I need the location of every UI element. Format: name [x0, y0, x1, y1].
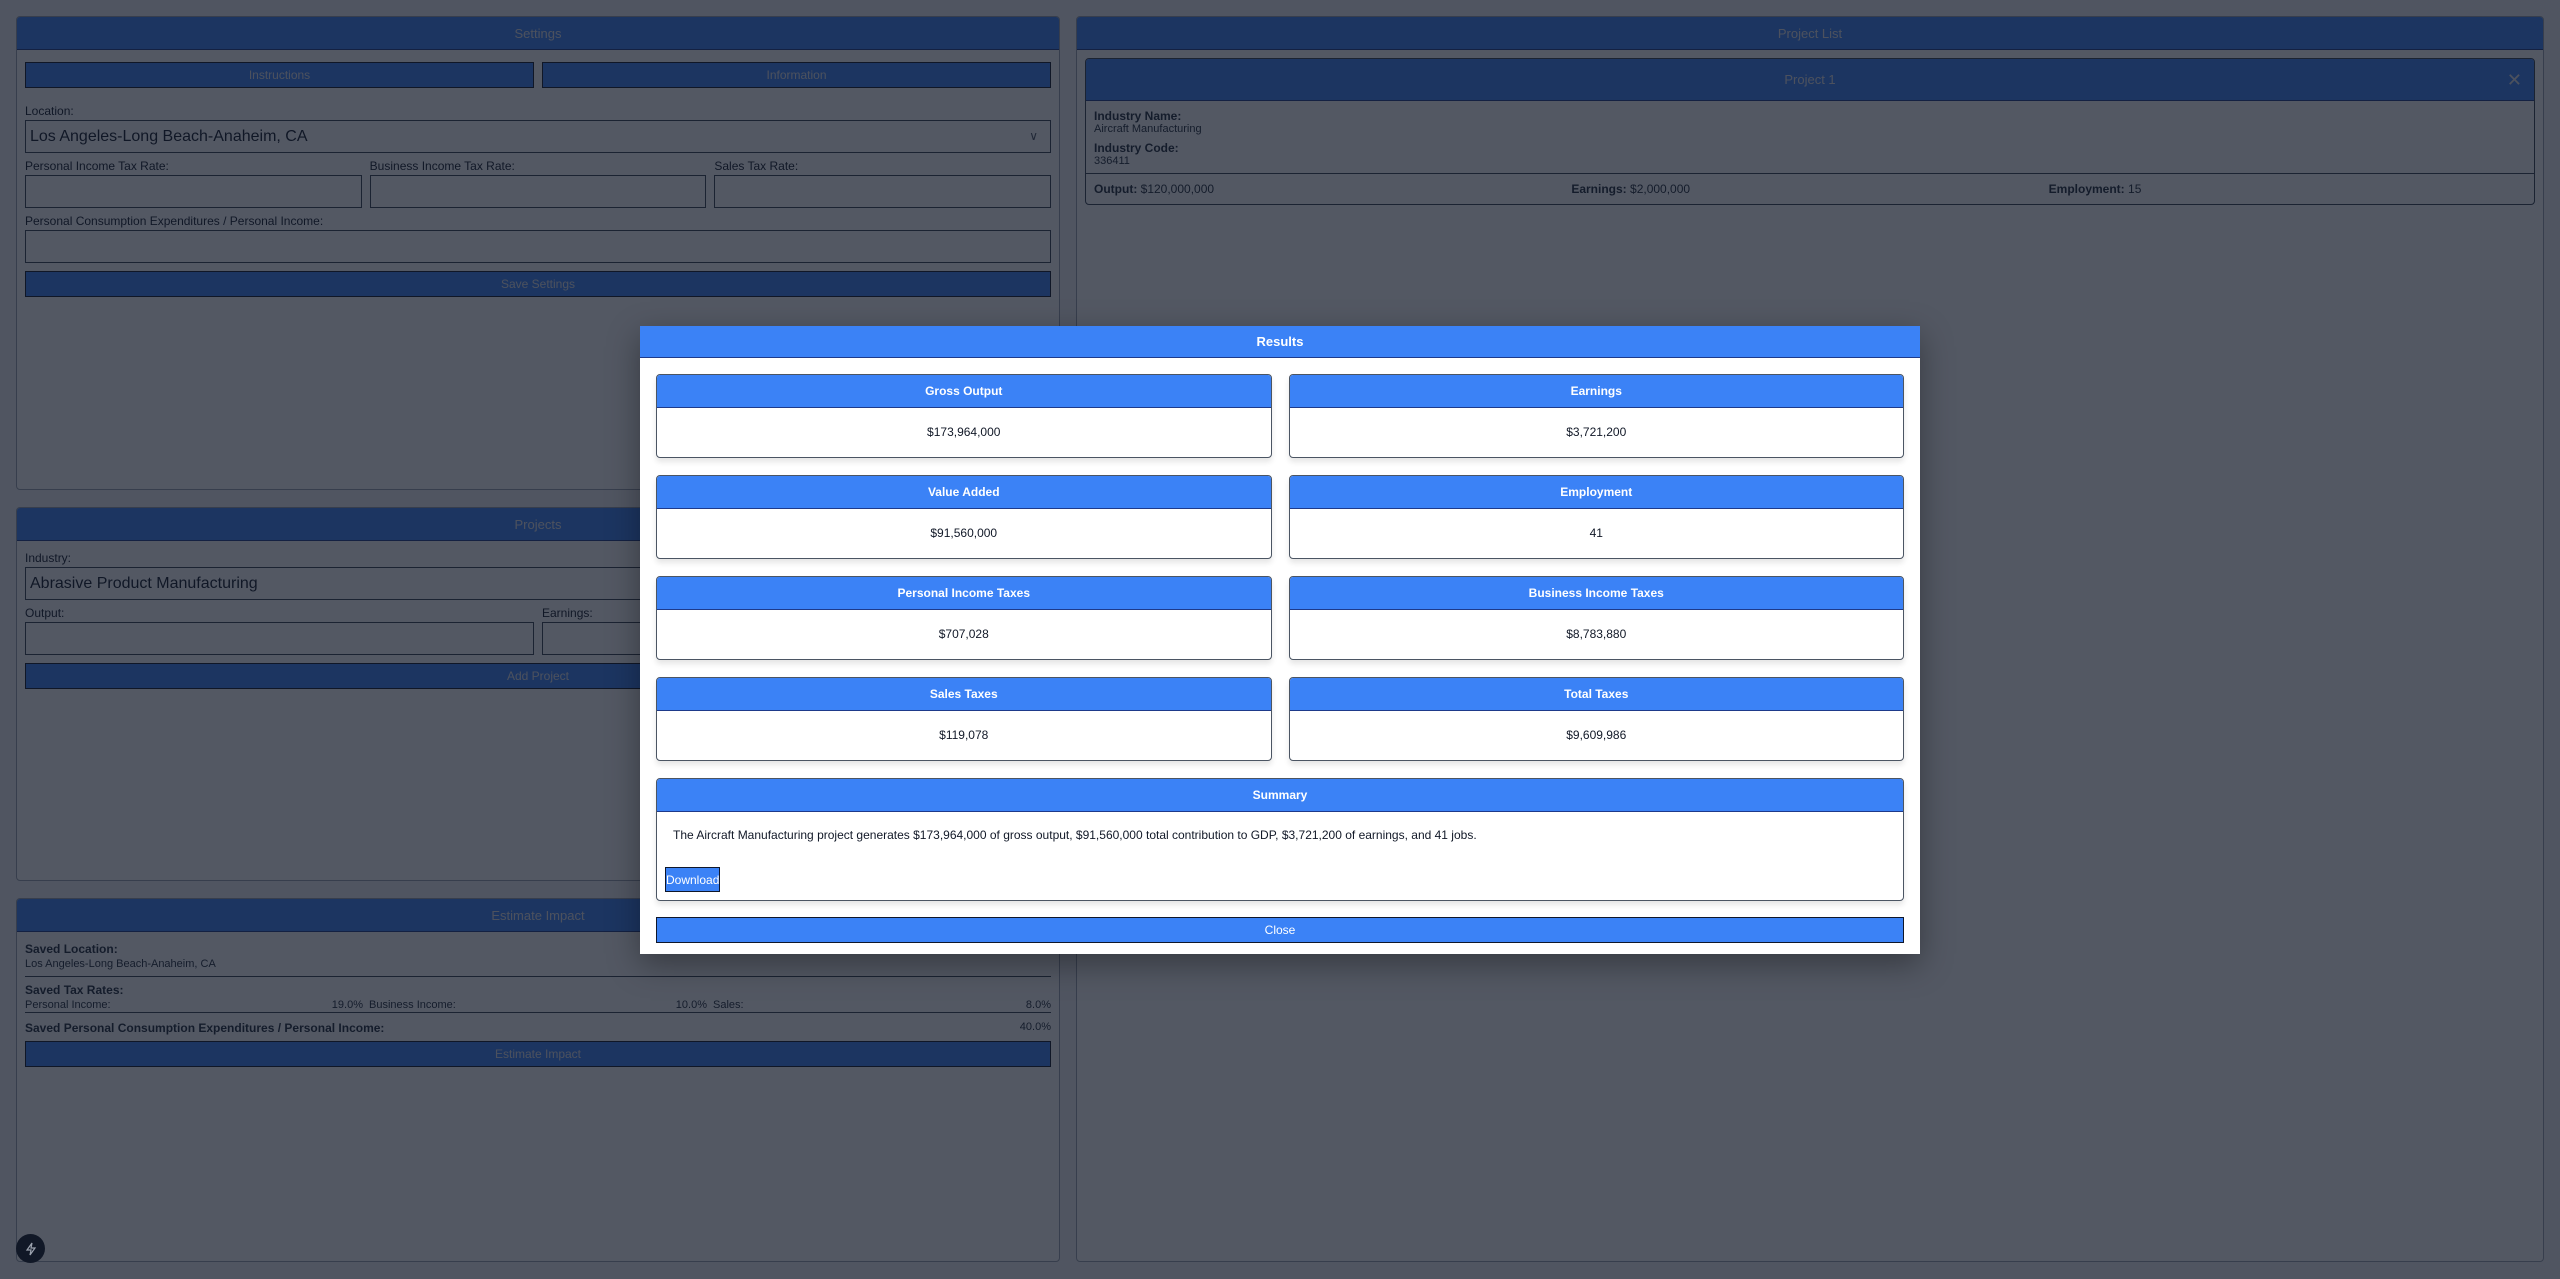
result-card-value-added: Value Added $91,560,000 — [656, 475, 1272, 559]
result-card-employment: Employment 41 — [1288, 475, 1904, 559]
app-root: Settings Instructions Information Locati… — [0, 0, 2560, 1279]
close-button[interactable]: Close — [656, 917, 1904, 943]
result-card-earnings: Earnings $3,721,200 — [1288, 374, 1904, 458]
summary-title: Summary — [657, 779, 1903, 812]
result-card-total-taxes: Total Taxes $9,609,986 — [1288, 677, 1904, 761]
floating-action-button[interactable] — [16, 1234, 45, 1263]
results-modal: Results Gross Output $173,964,000 Earnin… — [640, 326, 1920, 954]
summary-text: The Aircraft Manufacturing project gener… — [673, 828, 1477, 842]
summary-card: Summary The Aircraft Manufacturing proje… — [656, 778, 1904, 901]
result-card-gross-output: Gross Output $173,964,000 — [656, 374, 1272, 458]
result-card-personal-income-taxes: Personal Income Taxes $707,028 — [656, 576, 1272, 660]
results-grid: Gross Output $173,964,000 Earnings $3,72… — [656, 374, 1904, 761]
lightning-icon — [25, 1242, 36, 1255]
download-button[interactable]: Download — [665, 867, 721, 892]
result-card-sales-taxes: Sales Taxes $119,078 — [656, 677, 1272, 761]
result-card-business-income-taxes: Business Income Taxes $8,783,880 — [1288, 576, 1904, 660]
results-title: Results — [640, 326, 1920, 358]
